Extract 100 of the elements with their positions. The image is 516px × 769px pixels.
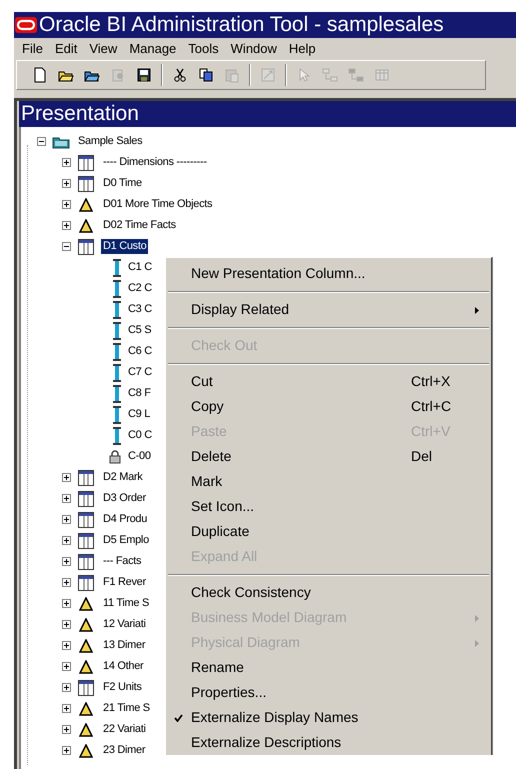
expand-icon[interactable] bbox=[62, 179, 71, 188]
collapse-icon[interactable] bbox=[37, 137, 46, 146]
tree-item[interactable]: 14 Other bbox=[101, 659, 146, 674]
shortcut-label: Del bbox=[411, 447, 432, 466]
grid-icon bbox=[374, 67, 390, 83]
menu-option[interactable]: Duplicate bbox=[166, 519, 491, 544]
column-icon bbox=[113, 364, 121, 382]
menu-item[interactable]: View bbox=[89, 39, 118, 59]
tree-item[interactable]: D5 Emplo bbox=[101, 533, 151, 548]
tree-item[interactable]: D3 Order bbox=[101, 491, 148, 506]
tree-item[interactable]: F1 Rever bbox=[101, 575, 148, 590]
tree-item[interactable]: D02 Time Facts bbox=[101, 218, 178, 233]
tree-item[interactable]: C5 S bbox=[126, 323, 154, 338]
triangle-icon bbox=[79, 596, 93, 610]
expand-icon[interactable] bbox=[62, 746, 71, 755]
scissors-icon bbox=[172, 67, 188, 83]
menu-label: Check Consistency bbox=[191, 584, 311, 600]
menu-label: Externalize Display Names bbox=[191, 709, 358, 725]
column-icon bbox=[113, 322, 121, 340]
triangle-icon bbox=[79, 618, 93, 632]
expand-icon[interactable] bbox=[62, 683, 71, 692]
tree-item[interactable]: 23 Dimer bbox=[101, 743, 148, 758]
tree-item[interactable]: 11 Time S bbox=[101, 596, 152, 611]
menu-label: Mark bbox=[191, 473, 222, 489]
menu-item[interactable]: Tools bbox=[188, 39, 219, 59]
column-icon bbox=[113, 258, 121, 276]
expand-icon[interactable] bbox=[62, 158, 71, 167]
tree-item[interactable]: C-00 bbox=[126, 449, 153, 464]
menu-label: Display Related bbox=[191, 301, 290, 317]
tree-item[interactable]: 21 Time S bbox=[101, 701, 152, 716]
tree-item[interactable]: 12 Variati bbox=[101, 617, 148, 632]
triangle-icon bbox=[79, 218, 93, 232]
tree-item[interactable]: F2 Units bbox=[101, 680, 144, 695]
menu-option[interactable]: New Presentation Column... bbox=[166, 261, 491, 286]
column-icon bbox=[113, 280, 121, 298]
tree-item[interactable]: --- Facts bbox=[101, 554, 144, 569]
expand-icon[interactable] bbox=[62, 515, 71, 524]
tree-item[interactable]: D0 Time bbox=[101, 176, 144, 191]
tree-item[interactable]: C2 C bbox=[126, 281, 154, 296]
join-icon bbox=[348, 67, 364, 83]
tree-item[interactable]: C1 C bbox=[126, 260, 154, 275]
column-icon bbox=[113, 342, 121, 360]
expand-icon[interactable] bbox=[62, 473, 71, 482]
tree-item[interactable]: C7 C bbox=[126, 365, 154, 380]
menu-item[interactable]: File bbox=[22, 39, 43, 59]
menu-option[interactable]: Display Related bbox=[166, 297, 491, 322]
collapse-icon[interactable] bbox=[62, 242, 71, 251]
menu-label: Set Icon... bbox=[191, 498, 254, 514]
expand-icon[interactable] bbox=[62, 536, 71, 545]
expand-icon[interactable] bbox=[62, 641, 71, 650]
join-icon bbox=[322, 67, 338, 83]
lock-icon bbox=[109, 450, 121, 464]
menu-option[interactable]: Externalize Display Names bbox=[166, 705, 491, 730]
tree-item[interactable]: D2 Mark bbox=[101, 470, 144, 485]
expand-icon[interactable] bbox=[62, 578, 71, 587]
expand-icon[interactable] bbox=[62, 557, 71, 566]
table-icon bbox=[78, 490, 94, 506]
tree-item[interactable]: Sample Sales bbox=[76, 134, 144, 149]
expand-icon[interactable] bbox=[62, 662, 71, 671]
pane-header: Presentation bbox=[19, 101, 516, 127]
menu-option[interactable]: Cut Ctrl+X bbox=[166, 369, 491, 394]
menu-option[interactable]: Check Consistency bbox=[166, 580, 491, 605]
menu-item[interactable]: Window bbox=[230, 39, 277, 59]
tree-item[interactable]: C9 L bbox=[126, 407, 152, 422]
tree-item[interactable]: D1 Custo bbox=[101, 239, 148, 254]
menu-option[interactable]: Externalize Descriptions bbox=[166, 730, 491, 755]
expand-icon[interactable] bbox=[62, 599, 71, 608]
tree-item[interactable]: 13 Dimer bbox=[101, 638, 148, 653]
tree-item[interactable]: C6 C bbox=[126, 344, 154, 359]
menu-option[interactable]: Delete Del bbox=[166, 444, 491, 469]
expand-icon[interactable] bbox=[62, 725, 71, 734]
document-icon bbox=[110, 67, 126, 83]
tree-item[interactable]: C0 C bbox=[126, 428, 154, 443]
menu-option[interactable]: Properties... bbox=[166, 680, 491, 705]
menu-option[interactable]: Rename bbox=[166, 655, 491, 680]
shortcut-label: Ctrl+X bbox=[411, 372, 450, 391]
menu-option[interactable]: Mark bbox=[166, 469, 491, 494]
tree-item[interactable]: C8 F bbox=[126, 386, 153, 401]
save-icon bbox=[136, 67, 152, 83]
menu-item[interactable]: Edit bbox=[54, 39, 78, 59]
menu-option[interactable]: Set Icon... bbox=[166, 494, 491, 519]
expand-icon[interactable] bbox=[62, 200, 71, 209]
table-icon bbox=[78, 512, 94, 528]
expand-icon[interactable] bbox=[62, 221, 71, 230]
tree-item[interactable]: 22 Variati bbox=[101, 722, 148, 737]
expand-icon[interactable] bbox=[62, 704, 71, 713]
expand-icon[interactable] bbox=[62, 494, 71, 503]
menu-label: Delete bbox=[191, 448, 232, 464]
tree-item[interactable]: ---- Dimensions --------- bbox=[101, 155, 209, 170]
table-icon bbox=[78, 176, 94, 192]
menu-label: Rename bbox=[191, 659, 244, 675]
triangle-icon bbox=[79, 722, 93, 736]
tree-item[interactable]: C3 C bbox=[126, 302, 154, 317]
menu-item[interactable]: Manage bbox=[129, 39, 176, 59]
menu-item[interactable]: Help bbox=[288, 39, 316, 59]
menu-option[interactable]: Copy Ctrl+C bbox=[166, 394, 491, 419]
triangle-icon bbox=[79, 638, 93, 652]
tree-item[interactable]: D01 More Time Objects bbox=[101, 197, 214, 212]
expand-icon[interactable] bbox=[62, 620, 71, 629]
tree-item[interactable]: D4 Produ bbox=[101, 512, 150, 527]
